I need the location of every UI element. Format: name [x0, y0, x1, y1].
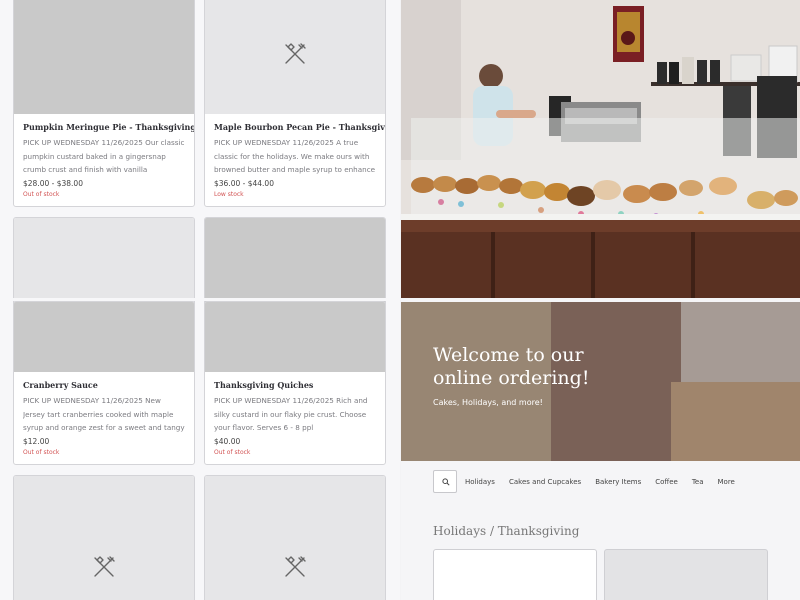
product-image[interactable]: [205, 302, 385, 372]
welcome-banner: Welcome to our online ordering! Cakes, H…: [401, 302, 800, 461]
product-card-partial[interactable]: [604, 549, 768, 600]
utensils-icon: [92, 555, 116, 579]
right-pane: Welcome to our online ordering! Cakes, H…: [401, 0, 800, 600]
product-title[interactable]: Maple Bourbon Pecan Pie - Thanksgiving: [214, 121, 385, 133]
breadcrumb: Holidays / Thanksgiving: [433, 524, 580, 538]
product-card-partial[interactable]: [204, 475, 386, 600]
product-price: $36.00 - $44.00: [214, 179, 274, 188]
search-button[interactable]: [433, 470, 457, 493]
product-card-partial[interactable]: [433, 549, 597, 600]
utensils-icon: [283, 42, 307, 66]
stock-status: Out of stock: [23, 191, 60, 198]
stock-status: Low stock: [214, 191, 244, 198]
nav-item-coffee[interactable]: Coffee: [655, 478, 678, 486]
stock-status: Out of stock: [214, 449, 251, 456]
product-price: $28.00 - $38.00: [23, 179, 83, 188]
product-description: PICK UP WEDNESDAY 11/26/2025 Rich and si…: [214, 396, 368, 432]
product-description: PICK UP WEDNESDAY 11/26/2025 Our classic…: [23, 138, 185, 174]
nav-item-cakes-and-cupcakes[interactable]: Cakes and Cupcakes: [509, 478, 581, 486]
product-card-partial[interactable]: [204, 217, 386, 307]
product-price: $12.00: [23, 437, 50, 446]
product-image[interactable]: [14, 0, 194, 114]
utensils-icon: [283, 555, 307, 579]
product-card-pumpkin-meringue-pie[interactable]: Pumpkin Meringue Pie - Thanksgiving PICK…: [13, 0, 195, 207]
nav-item-holidays[interactable]: Holidays: [465, 478, 495, 486]
product-description: PICK UP WEDNESDAY 11/26/2025 New Jersey …: [23, 396, 185, 432]
product-card-partial[interactable]: [13, 217, 195, 307]
banner-subtitle: Cakes, Holidays, and more!: [433, 398, 543, 407]
product-image-placeholder[interactable]: [205, 0, 385, 114]
product-card-partial[interactable]: [13, 475, 195, 600]
stock-status: Out of stock: [23, 449, 60, 456]
product-image[interactable]: [14, 302, 194, 372]
product-image-placeholder[interactable]: [14, 476, 194, 600]
product-card-cranberry-sauce[interactable]: Cranberry Sauce PICK UP WEDNESDAY 11/26/…: [13, 301, 195, 465]
nav-item-more[interactable]: More: [718, 478, 735, 486]
category-nav: Holidays Cakes and Cupcakes Bakery Items…: [433, 470, 749, 493]
nav-item-bakery-items[interactable]: Bakery Items: [595, 478, 641, 486]
product-title[interactable]: Cranberry Sauce: [23, 379, 185, 391]
product-description: PICK UP WEDNESDAY 11/26/2025 A true clas…: [214, 138, 376, 174]
product-image[interactable]: [205, 218, 385, 306]
banner-title: Welcome to our online ordering!: [433, 344, 590, 389]
search-icon: [442, 478, 450, 486]
product-title[interactable]: Thanksgiving Quiches: [214, 379, 376, 391]
bakery-counter-photo: [401, 0, 800, 298]
product-title[interactable]: Pumpkin Meringue Pie - Thanksgiving: [23, 121, 194, 133]
product-card-maple-bourbon-pecan-pie[interactable]: Maple Bourbon Pecan Pie - Thanksgiving P…: [204, 0, 386, 207]
product-image-placeholder[interactable]: [14, 218, 194, 306]
product-card-thanksgiving-quiches[interactable]: Thanksgiving Quiches PICK UP WEDNESDAY 1…: [204, 301, 386, 465]
product-grid: Pumpkin Meringue Pie - Thanksgiving PICK…: [0, 0, 400, 600]
product-price: $40.00: [214, 437, 241, 446]
nav-item-tea[interactable]: Tea: [692, 478, 704, 486]
product-image-placeholder[interactable]: [205, 476, 385, 600]
